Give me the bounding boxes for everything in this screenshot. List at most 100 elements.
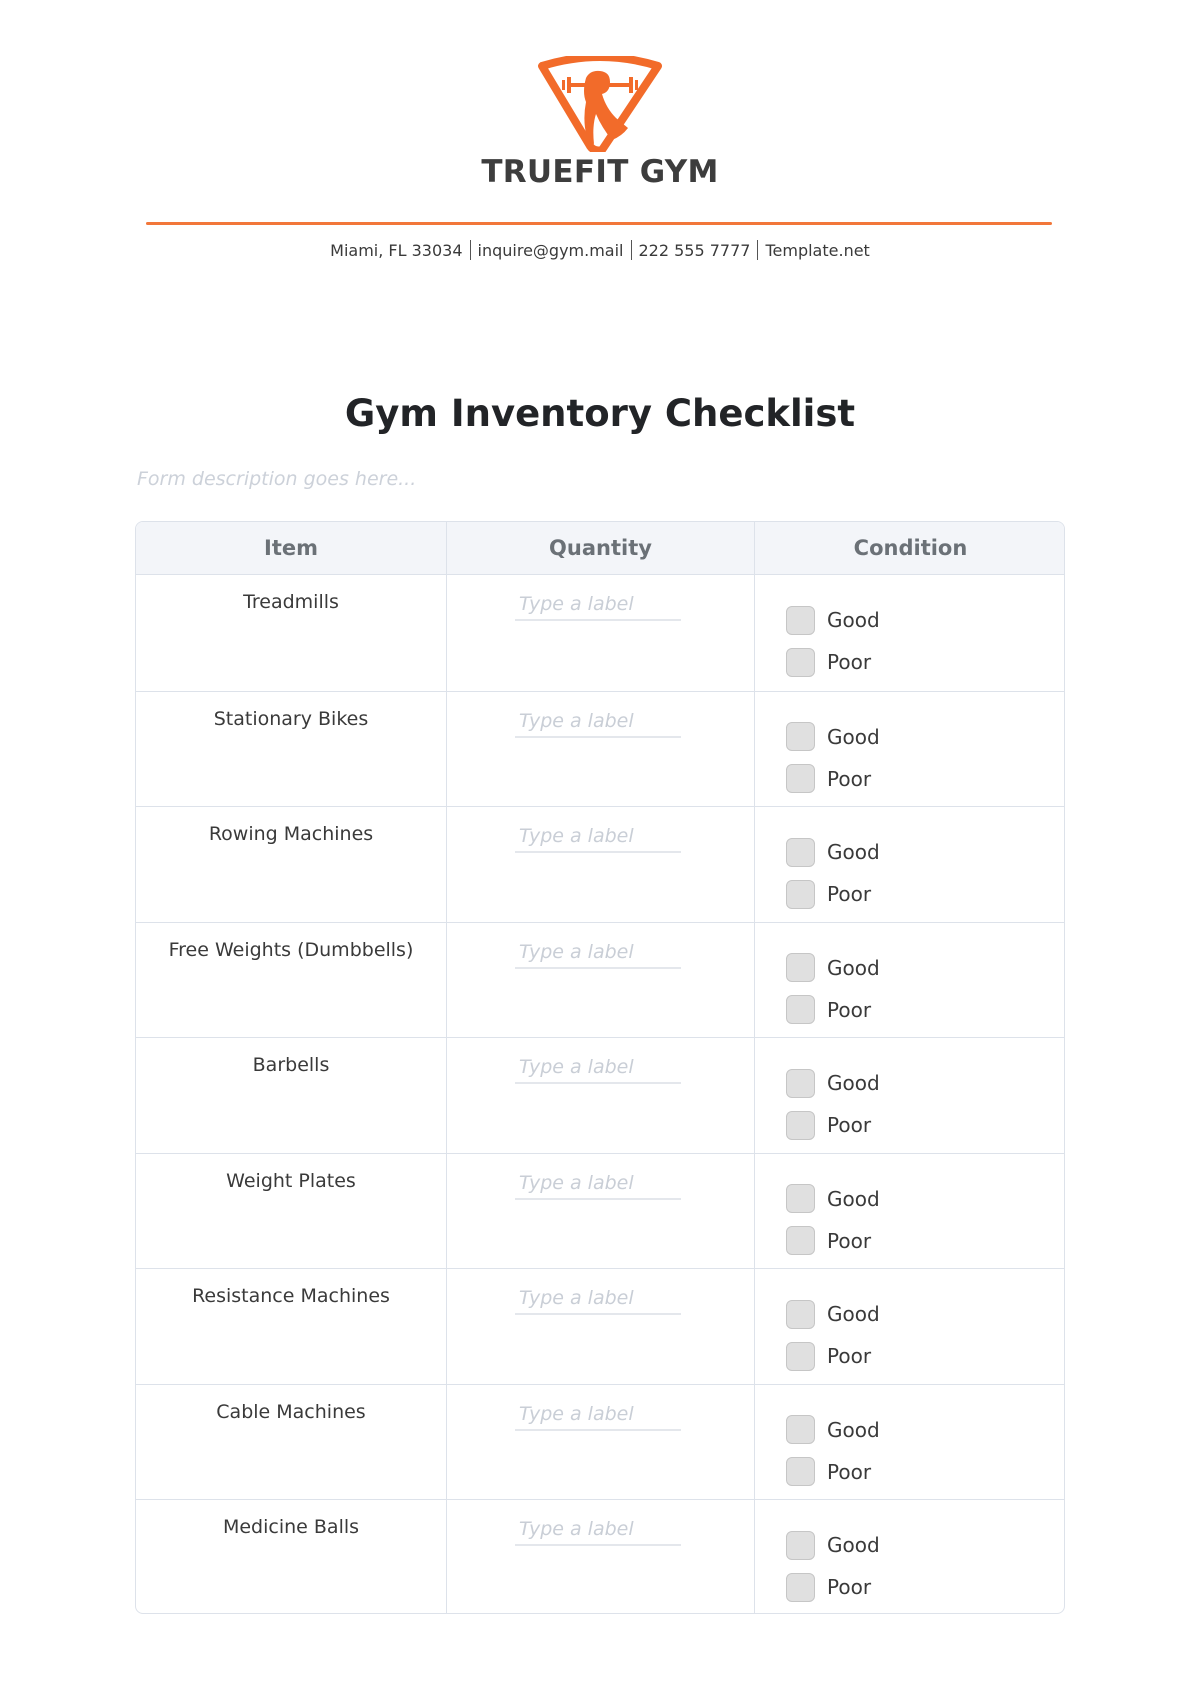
table-row: Treadmills Good Poor: [136, 575, 1064, 691]
good-checkbox[interactable]: [786, 1415, 815, 1444]
quantity-cell: [446, 807, 754, 922]
condition-poor-option[interactable]: Poor: [786, 1226, 871, 1256]
condition-good-option[interactable]: Good: [786, 722, 880, 752]
column-header-item: Item: [264, 536, 318, 560]
table-row: Resistance Machines Good Poor: [136, 1268, 1064, 1384]
condition-good-option[interactable]: Good: [786, 953, 880, 983]
poor-checkbox[interactable]: [786, 764, 815, 793]
item-name: Resistance Machines: [192, 1285, 390, 1307]
poor-label: Poor: [827, 997, 872, 1022]
column-header-quantity: Quantity: [446, 522, 754, 574]
quantity-input[interactable]: [515, 589, 681, 621]
quantity-cell: [446, 922, 754, 1037]
table-row: Barbells Good Poor: [136, 1037, 1064, 1153]
table-row: Weight Plates Good Poor: [136, 1152, 1064, 1269]
condition-poor-option[interactable]: Poor: [786, 1457, 871, 1487]
good-checkbox[interactable]: [786, 1068, 815, 1098]
separator: [630, 240, 632, 260]
condition-good-option[interactable]: Good: [786, 837, 880, 867]
condition-cell: Good Poor: [754, 575, 1064, 691]
poor-label: Poor: [827, 1228, 872, 1253]
good-checkbox[interactable]: [786, 1184, 815, 1213]
table-row: Free Weights (Dumbbells) Good Poor: [136, 921, 1064, 1038]
condition-cell: Good Poor: [754, 1038, 1064, 1153]
condition-poor-option[interactable]: Poor: [786, 764, 871, 794]
condition-cell: Good Poor: [754, 1269, 1064, 1384]
quantity-cell: [446, 1500, 754, 1613]
condition-cell: Good Poor: [754, 1153, 1064, 1268]
condition-good-option[interactable]: Good: [786, 1530, 880, 1560]
good-checkbox[interactable]: [786, 722, 815, 751]
poor-checkbox[interactable]: [786, 1457, 815, 1486]
table-row: Rowing Machines Good Poor: [136, 806, 1064, 922]
good-checkbox[interactable]: [786, 837, 815, 867]
quantity-input[interactable]: [515, 1052, 681, 1084]
form-description[interactable]: Form description goes here...: [137, 468, 416, 490]
item-cell: Free Weights (Dumbbells): [136, 923, 446, 1038]
good-checkbox[interactable]: [786, 1299, 815, 1329]
item-name: Rowing Machines: [208, 823, 374, 845]
contact-phone: 222 555 7777: [638, 241, 751, 260]
item-name: Free Weights (Dumbbells): [168, 938, 414, 961]
quantity-input[interactable]: [515, 936, 681, 969]
poor-label: Poor: [827, 882, 872, 906]
item-cell: Barbells: [136, 1038, 446, 1153]
quantity-input[interactable]: [515, 1283, 681, 1315]
poor-label: Poor: [827, 766, 872, 791]
condition-good-option[interactable]: Good: [786, 605, 880, 635]
good-label: Good: [827, 724, 880, 749]
item-cell: Rowing Machines: [136, 807, 446, 922]
condition-cell: Good Poor: [754, 691, 1064, 806]
good-label: Good: [827, 840, 880, 864]
condition-poor-option[interactable]: Poor: [786, 1110, 871, 1140]
good-checkbox[interactable]: [786, 605, 815, 635]
column-header-condition: Condition: [754, 522, 1064, 574]
item-cell: Medicine Balls: [136, 1500, 446, 1613]
item-name: Medicine Balls: [222, 1516, 360, 1538]
condition-good-option[interactable]: Good: [786, 1068, 880, 1098]
condition-poor-option[interactable]: Poor: [786, 1341, 871, 1371]
table-row: Stationary Bikes Good Poor: [136, 690, 1064, 807]
shield-weightlifter-icon: [538, 56, 662, 152]
poor-checkbox[interactable]: [786, 1341, 815, 1371]
quantity-input[interactable]: [515, 1167, 681, 1200]
good-label: Good: [827, 1071, 880, 1095]
condition-poor-option[interactable]: Poor: [786, 647, 871, 677]
table-header: Item Quantity Condition: [136, 522, 1064, 575]
good-checkbox[interactable]: [786, 1530, 815, 1560]
contact-line: Miami, FL 33034 inquire@gym.mail 222 555 7…: [0, 240, 1200, 260]
contact-website: Template.net: [765, 241, 870, 260]
item-name: Barbells: [252, 1054, 330, 1076]
quantity-input[interactable]: [515, 1398, 681, 1431]
item-cell: Weight Plates: [136, 1154, 446, 1269]
poor-checkbox[interactable]: [786, 879, 815, 909]
poor-label: Poor: [827, 650, 872, 674]
good-checkbox[interactable]: [786, 953, 815, 982]
quantity-input[interactable]: [515, 821, 681, 853]
item-cell: Cable Machines: [136, 1385, 446, 1500]
good-label: Good: [827, 608, 880, 632]
condition-good-option[interactable]: Good: [786, 1299, 880, 1329]
condition-poor-option[interactable]: Poor: [786, 995, 871, 1025]
condition-cell: Good Poor: [754, 1500, 1064, 1613]
contact-email: inquire@gym.mail: [477, 241, 624, 260]
item-cell: Treadmills: [136, 575, 446, 691]
condition-good-option[interactable]: Good: [786, 1184, 880, 1214]
quantity-input[interactable]: [515, 705, 681, 738]
item-name: Weight Plates: [226, 1169, 356, 1192]
poor-checkbox[interactable]: [786, 1572, 815, 1602]
good-label: Good: [827, 1302, 880, 1326]
poor-checkbox[interactable]: [786, 647, 815, 677]
condition-poor-option[interactable]: Poor: [786, 1572, 871, 1602]
condition-poor-option[interactable]: Poor: [786, 879, 871, 909]
condition-good-option[interactable]: Good: [786, 1415, 880, 1445]
quantity-input[interactable]: [515, 1514, 681, 1546]
poor-label: Poor: [827, 1344, 872, 1368]
poor-checkbox[interactable]: [786, 1226, 815, 1255]
item-name: Cable Machines: [216, 1400, 366, 1423]
item-cell: Stationary Bikes: [136, 692, 446, 807]
poor-checkbox[interactable]: [786, 1110, 815, 1140]
condition-cell: Good Poor: [754, 1384, 1064, 1499]
good-label: Good: [827, 1186, 880, 1211]
poor-checkbox[interactable]: [786, 995, 815, 1024]
